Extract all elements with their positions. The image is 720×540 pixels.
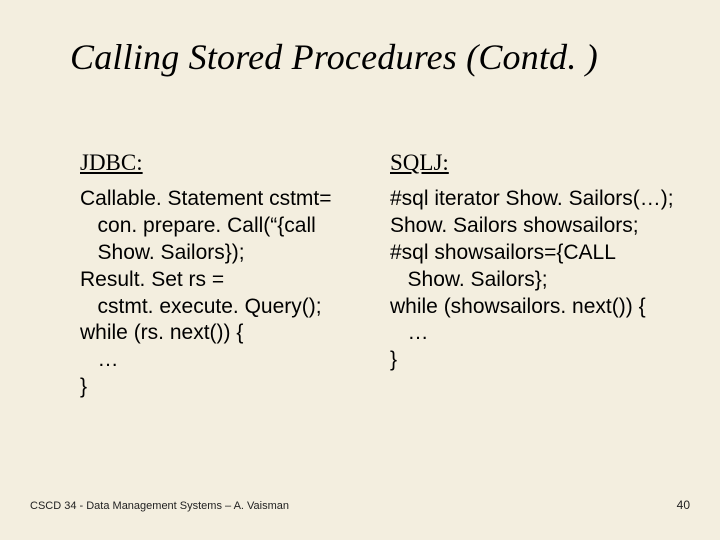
- slide: Calling Stored Procedures (Contd. ) JDBC…: [0, 0, 720, 540]
- left-heading: JDBC:: [80, 150, 370, 176]
- right-heading: SQLJ:: [390, 150, 680, 176]
- content-columns: JDBC: Callable. Statement cstmt= con. pr…: [80, 150, 680, 401]
- left-code: Callable. Statement cstmt= con. prepare.…: [80, 186, 370, 401]
- page-number: 40: [677, 498, 690, 512]
- footer-text: CSCD 34 - Data Management Systems – A. V…: [30, 500, 289, 512]
- left-column: JDBC: Callable. Statement cstmt= con. pr…: [80, 150, 370, 401]
- right-code: #sql iterator Show. Sailors(…); Show. Sa…: [390, 186, 680, 374]
- right-column: SQLJ: #sql iterator Show. Sailors(…); Sh…: [390, 150, 680, 401]
- slide-title: Calling Stored Procedures (Contd. ): [70, 36, 680, 78]
